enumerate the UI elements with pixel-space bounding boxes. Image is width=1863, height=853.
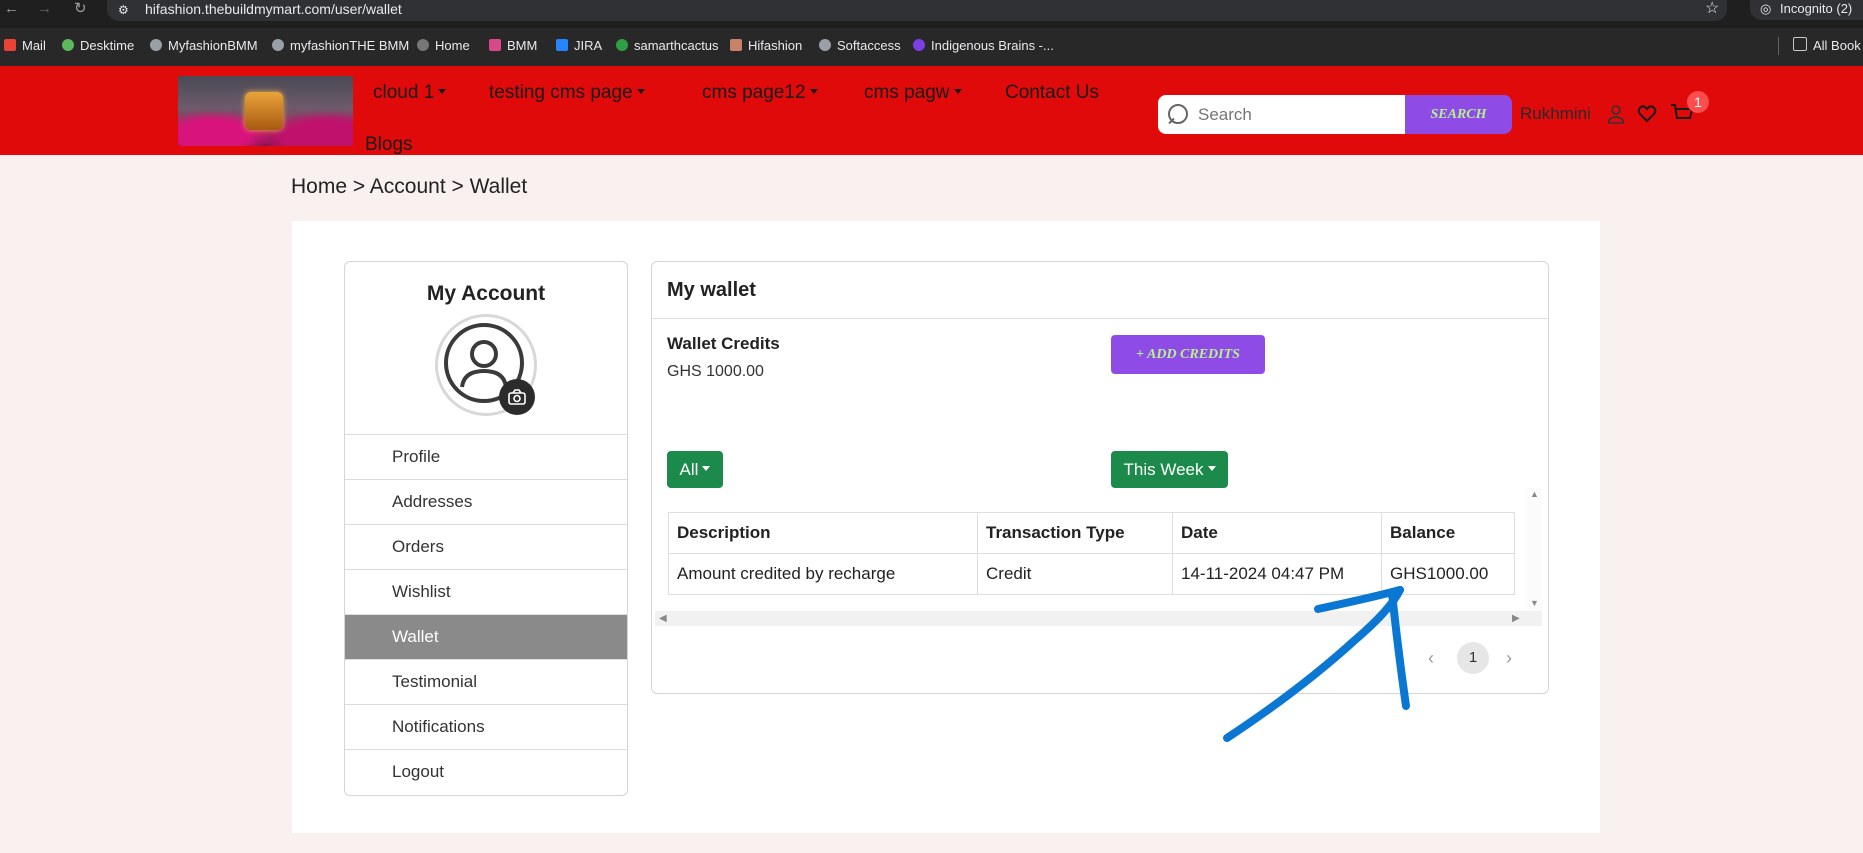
gmail-icon xyxy=(4,39,16,51)
bookmarks-divider xyxy=(1778,37,1779,55)
folder-icon xyxy=(1793,37,1807,51)
chevron-down-icon xyxy=(636,89,645,94)
cell-description: Amount credited by recharge xyxy=(668,553,978,595)
table-header-row: Description Transaction Type Date Balanc… xyxy=(668,512,1515,554)
scroll-up-icon[interactable]: ▲ xyxy=(1530,488,1539,500)
vertical-scrollbar[interactable] xyxy=(1527,488,1542,611)
user-icon[interactable] xyxy=(1607,104,1625,124)
add-credits-button[interactable]: + ADD CREDITS xyxy=(1111,335,1265,374)
reload-icon[interactable]: ↻ xyxy=(74,0,87,18)
menu-contact-us[interactable]: Contact Us xyxy=(1005,81,1099,105)
wallet-divider xyxy=(652,318,1548,319)
bookmark-softaccess[interactable]: Softaccess xyxy=(819,36,901,56)
scroll-down-icon[interactable]: ▼ xyxy=(1530,597,1539,609)
horizontal-scrollbar[interactable] xyxy=(655,611,1542,626)
bookmark-mail[interactable]: Mail xyxy=(4,36,46,56)
transactions-table-container: Description Transaction Type Date Balanc… xyxy=(655,488,1542,626)
cart-count-badge: 1 xyxy=(1687,91,1709,113)
user-name[interactable]: Rukhmini xyxy=(1520,103,1591,125)
column-balance: Balance xyxy=(1381,512,1515,554)
globe-icon xyxy=(417,39,429,51)
camera-icon xyxy=(508,389,526,405)
bookmark-bmm[interactable]: BMM xyxy=(489,36,537,56)
bookmark-hifashion[interactable]: Hifashion xyxy=(730,36,802,56)
wallet-title: My wallet xyxy=(667,279,756,301)
bmm-icon xyxy=(489,39,501,51)
sidebar-item-testimonial[interactable]: Testimonial xyxy=(345,659,627,705)
period-filter[interactable]: This Week xyxy=(1111,451,1228,488)
globe-icon xyxy=(272,39,284,51)
breadcrumb[interactable]: Home > Account > Wallet xyxy=(291,174,527,200)
chevron-down-icon xyxy=(953,89,962,94)
bookmark-myfashionbmm[interactable]: MyfashionBMM xyxy=(150,36,258,56)
incognito-label: Incognito (2) xyxy=(1780,1,1853,16)
sidebar-item-wishlist[interactable]: Wishlist xyxy=(345,569,627,615)
wallet-credits-label: Wallet Credits xyxy=(667,334,780,353)
bookmark-samarthcactus[interactable]: samarthcactus xyxy=(616,36,719,56)
site-info-icon[interactable]: ⚙ xyxy=(118,2,129,18)
chevron-down-icon xyxy=(1207,466,1216,471)
cell-date: 14-11-2024 04:47 PM xyxy=(1172,553,1382,595)
chevron-down-icon xyxy=(809,89,818,94)
sidebar-item-orders[interactable]: Orders xyxy=(345,524,627,570)
search-button[interactable]: SEARCH xyxy=(1405,95,1512,134)
chevron-down-icon xyxy=(702,466,711,471)
column-date: Date xyxy=(1172,512,1382,554)
all-bookmarks[interactable]: All Book xyxy=(1793,36,1861,56)
sidebar-item-addresses[interactable]: Addresses xyxy=(345,479,627,525)
chevron-down-icon xyxy=(438,89,447,94)
indigenous-brains-icon xyxy=(913,39,925,51)
bookmark-myfashionthe-bmm[interactable]: myfashionTHE BMM xyxy=(272,36,409,56)
cell-balance: GHS1000.00 xyxy=(1381,553,1515,595)
globe-icon xyxy=(819,39,831,51)
heart-icon[interactable] xyxy=(1637,104,1657,124)
scroll-left-icon[interactable]: ◀ xyxy=(659,611,667,626)
account-title: My Account xyxy=(426,282,546,305)
transaction-type-filter[interactable]: All xyxy=(667,451,723,488)
wallet-card xyxy=(651,261,1549,694)
hifashion-icon xyxy=(730,39,742,51)
wallet-credits-value: GHS 1000.00 xyxy=(667,363,764,380)
bookmark-indigenous-brains[interactable]: Indigenous Brains -... xyxy=(913,36,1054,56)
pagination-page-1[interactable]: 1 xyxy=(1457,642,1489,674)
menu-cloud-1[interactable]: cloud 1 xyxy=(373,81,447,105)
sidebar-item-wallet[interactable]: Wallet xyxy=(345,614,627,660)
pagination-next-icon[interactable]: › xyxy=(1506,648,1512,668)
transactions-table: Description Transaction Type Date Balanc… xyxy=(668,512,1515,595)
samarth-icon xyxy=(616,39,628,51)
back-icon[interactable]: ← xyxy=(4,0,19,18)
column-transaction-type: Transaction Type xyxy=(977,512,1173,554)
bookmark-jira[interactable]: JIRA xyxy=(556,36,602,56)
forward-icon[interactable]: → xyxy=(37,0,52,18)
logo-perfume-image xyxy=(245,92,283,130)
cell-transaction-type: Credit xyxy=(977,553,1173,595)
search-input[interactable] xyxy=(1198,100,1398,129)
column-description: Description xyxy=(668,512,978,554)
scroll-right-icon[interactable]: ▶ xyxy=(1512,611,1520,626)
incognito-icon: ◎ xyxy=(1760,1,1772,16)
menu-cms-page12[interactable]: cms page12 xyxy=(702,81,818,105)
url-text: hifashion.thebuildmymart.com/user/wallet xyxy=(145,1,402,17)
sidebar-item-notifications[interactable]: Notifications xyxy=(345,704,627,750)
sidebar-item-logout[interactable]: Logout xyxy=(345,749,627,795)
globe-icon xyxy=(150,39,162,51)
jira-icon xyxy=(556,39,568,51)
pagination-prev-icon[interactable]: ‹ xyxy=(1428,648,1434,668)
sidebar-item-profile[interactable]: Profile xyxy=(345,434,627,480)
desktime-icon xyxy=(62,39,74,51)
menu-blogs[interactable]: Blogs xyxy=(365,133,413,157)
bookmark-home[interactable]: Home xyxy=(417,36,470,56)
bookmark-star-icon[interactable]: ☆ xyxy=(1705,0,1719,18)
table-row: Amount credited by recharge Credit 14-11… xyxy=(668,553,1515,595)
menu-cms-pagw[interactable]: cms pagw xyxy=(864,81,962,105)
bookmark-desktime[interactable]: Desktime xyxy=(62,36,134,56)
menu-testing-cms-page[interactable]: testing cms page xyxy=(489,81,645,105)
